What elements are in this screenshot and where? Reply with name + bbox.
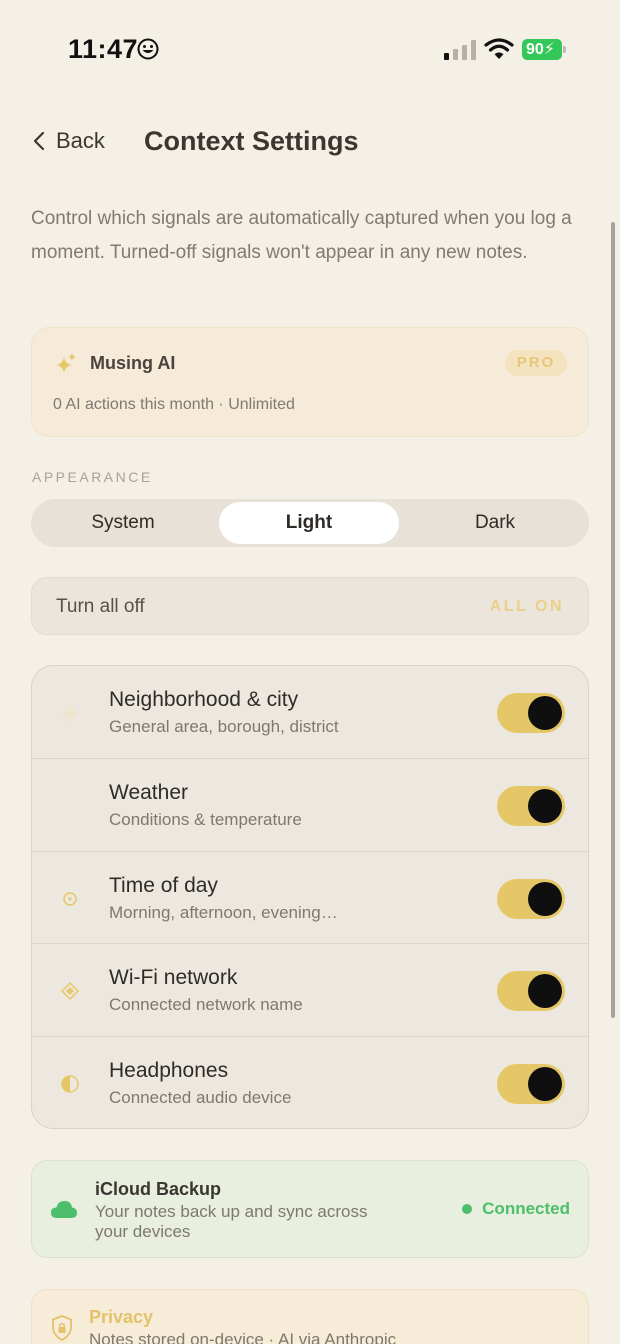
clock-icon bbox=[63, 892, 77, 906]
signal-subtitle: Connected audio device bbox=[109, 1088, 292, 1107]
signal-title: Wi-Fi network bbox=[109, 966, 238, 989]
toggle-knob bbox=[528, 696, 562, 730]
diamond-icon bbox=[60, 981, 80, 1001]
signal-row-wifi[interactable]: Wi-Fi network Connected network name bbox=[32, 943, 588, 1036]
appearance-section-label: APPEARANCE bbox=[32, 469, 153, 485]
signal-title: Weather bbox=[109, 781, 188, 804]
signal-subtitle: Conditions & temperature bbox=[109, 810, 302, 829]
toggle-knob bbox=[528, 1067, 562, 1101]
intro-text: Control which signals are automatically … bbox=[31, 208, 572, 263]
battery-tip bbox=[563, 46, 566, 53]
signal-row-time-of-day[interactable]: Time of day Morning, afternoon, evening… bbox=[32, 851, 588, 944]
signal-row-neighborhood[interactable]: Neighborhood & city General area, boroug… bbox=[32, 666, 588, 759]
status-time: 11:47 bbox=[68, 34, 139, 64]
signal-subtitle: Connected network name bbox=[109, 995, 303, 1014]
privacy-subtitle: Notes stored on-device · AI via Anthropi… bbox=[89, 1330, 397, 1344]
signal-title: Time of day bbox=[109, 874, 218, 897]
signal-title: Headphones bbox=[109, 1059, 229, 1082]
page-title: Context Settings bbox=[144, 126, 359, 156]
wifi-toggle[interactable] bbox=[497, 971, 565, 1011]
privacy-title: Privacy bbox=[89, 1307, 154, 1327]
appearance-option-system[interactable]: System bbox=[33, 502, 213, 544]
icloud-backup-card[interactable]: iCloud Backup Your notes back up and syn… bbox=[31, 1160, 589, 1258]
sparkles-icon bbox=[56, 353, 76, 373]
turn-all-off-button[interactable]: Turn all off ALL ON bbox=[31, 577, 589, 635]
weather-toggle[interactable] bbox=[497, 786, 565, 826]
privacy-card[interactable]: Privacy Notes stored on-device · AI via … bbox=[31, 1289, 589, 1344]
battery-indicator: 90⚡ bbox=[522, 39, 566, 60]
icloud-title: iCloud Backup bbox=[95, 1179, 222, 1199]
toggle-knob bbox=[528, 789, 562, 823]
chevron-left-icon bbox=[33, 131, 45, 151]
smiley-icon bbox=[137, 38, 159, 60]
ai-card[interactable]: Musing AI PRO 0 AI actions this month · … bbox=[31, 327, 589, 437]
status-bar: 11:47 90⚡ bbox=[0, 0, 620, 100]
pro-badge: PRO bbox=[505, 350, 567, 376]
signal-subtitle: Morning, afternoon, evening… bbox=[109, 903, 338, 922]
turn-all-off-label: Turn all off bbox=[56, 596, 145, 617]
connection-status-label: Connected bbox=[482, 1199, 570, 1218]
time-of-day-toggle[interactable] bbox=[497, 879, 565, 919]
neighborhood-toggle[interactable] bbox=[497, 693, 565, 733]
shield-lock-icon bbox=[52, 1315, 72, 1342]
wifi-icon bbox=[484, 38, 514, 59]
signals-list: Neighborhood & city General area, boroug… bbox=[31, 665, 589, 1129]
all-on-status: ALL ON bbox=[489, 598, 564, 615]
signal-title: Neighborhood & city bbox=[109, 688, 299, 711]
appearance-option-dark[interactable]: Dark bbox=[405, 502, 585, 544]
ai-card-subtitle: 0 AI actions this month · Unlimited bbox=[53, 396, 295, 413]
half-circle-icon bbox=[61, 1075, 79, 1093]
headphones-toggle[interactable] bbox=[497, 1064, 565, 1104]
status-dot-icon bbox=[462, 1204, 473, 1214]
signal-subtitle: General area, borough, district bbox=[109, 717, 339, 736]
appearance-option-light[interactable]: Light bbox=[219, 502, 399, 544]
cellular-signal-icon bbox=[444, 40, 476, 60]
back-button[interactable]: Back bbox=[32, 128, 105, 154]
battery-percent: 90 bbox=[526, 41, 544, 58]
icloud-subtitle: Your notes back up and sync across your … bbox=[95, 1202, 368, 1241]
cloud-icon bbox=[51, 1201, 77, 1218]
weather-icon bbox=[66, 802, 74, 810]
charging-bolt-icon: ⚡ bbox=[543, 41, 556, 58]
connection-status: Connected bbox=[462, 1199, 570, 1219]
ai-card-title: Musing AI bbox=[90, 353, 176, 373]
battery-level: 90⚡ bbox=[522, 39, 562, 60]
toggle-knob bbox=[528, 882, 562, 916]
crosshair-icon bbox=[62, 705, 78, 721]
scrollbar[interactable] bbox=[611, 222, 615, 1018]
toggle-knob bbox=[528, 974, 562, 1008]
back-label: Back bbox=[56, 128, 105, 153]
appearance-segmented-control: System Light Dark bbox=[31, 499, 589, 547]
signal-row-headphones[interactable]: Headphones Connected audio device bbox=[32, 1036, 588, 1128]
signal-row-weather[interactable]: Weather Conditions & temperature bbox=[32, 758, 588, 851]
